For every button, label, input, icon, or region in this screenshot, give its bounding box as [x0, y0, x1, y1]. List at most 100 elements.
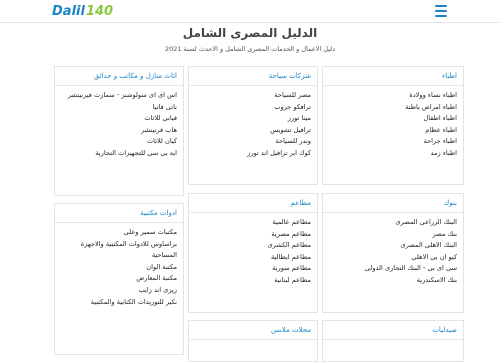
menu-bar: [435, 15, 447, 17]
list-item: اطباء نساء وولادة: [329, 90, 457, 102]
page-title: الدليل المصرى الشامل: [182, 26, 318, 40]
category-title[interactable]: ادوات مكتبية: [55, 204, 183, 223]
category-link[interactable]: بنك مصر: [433, 230, 457, 238]
category-card-doctors: اطباء اطباء نساء وولادة اطباء امراض باطن…: [322, 66, 464, 185]
category-link[interactable]: زيزى اند زايب: [139, 286, 177, 294]
category-title-text: شركات سياحة: [268, 72, 311, 80]
category-link[interactable]: مكتبة المعارض: [136, 274, 177, 282]
category-title-text: اثاث منازل و مكاتب و حدائق: [93, 72, 177, 80]
list-item: سى اى بى - البنك التجارى الدولى: [329, 263, 457, 275]
logo-text-dalil: Dalil: [52, 4, 85, 19]
list-item: مكتبة المعارض: [61, 273, 177, 285]
dalil140-logo[interactable]: Dalil 140: [52, 4, 113, 20]
list-item: مطاعم الكشرى: [195, 240, 311, 252]
list-item: هاب فرنيتشر: [61, 125, 177, 137]
category-title[interactable]: اطباء: [323, 67, 463, 86]
list-item: ترافيل تشويس: [195, 125, 311, 137]
list-item: ناتى فاتيا: [61, 102, 177, 114]
category-link[interactable]: اطباء جراحة: [424, 137, 457, 145]
list-item: بنك الاسكندرية: [329, 275, 457, 287]
category-list: اطباء نساء وولادة اطباء امراض باطنة اطبا…: [323, 86, 463, 160]
category-link[interactable]: كيان للاثاث: [147, 137, 177, 145]
list-item: بنك مصر: [329, 229, 457, 241]
menu-bar: [435, 10, 447, 12]
list-item: مصر للسياحة: [195, 90, 311, 102]
category-link[interactable]: نكير للتوريدات الكتابية والمكتبية: [91, 298, 177, 306]
list-item: اس اى اى سولوشنز - سمارت فيرنيتشر: [61, 90, 177, 102]
category-title[interactable]: بنوك: [323, 194, 463, 213]
page-subtitle: دليل الاعمال و الخدمات المصرى الشامل و ا…: [164, 45, 336, 53]
list-item: مينا تورز: [195, 113, 311, 125]
list-item: مطاعم سورية: [195, 263, 311, 275]
category-link[interactable]: اس اى اى سولوشنز - سمارت فيرنيتشر: [68, 91, 177, 99]
list-item: وندر للسياحة: [195, 136, 311, 148]
category-link[interactable]: البنك الزراعى المصرى: [395, 218, 457, 226]
category-card-furniture: اثاث منازل و مكاتب و حدائق اس اى اى سولو…: [54, 66, 184, 196]
category-title-text: مطاعم: [290, 199, 311, 207]
category-card-banks: بنوك البنك الزراعى المصرى بنك مصر البنك …: [322, 193, 464, 313]
list-item: البنك الزراعى المصرى: [329, 217, 457, 229]
list-item: اطباء جراحة: [329, 136, 457, 148]
list-item: اطباء عظام: [329, 125, 457, 137]
category-link[interactable]: مصر للسياحة: [274, 91, 311, 99]
category-link[interactable]: مطاعم ايطالية: [271, 253, 311, 261]
list-item: مطاعم لبنانية: [195, 275, 311, 287]
list-item: ترافكو جروب: [195, 102, 311, 114]
category-link[interactable]: ترافيل تشويس: [270, 126, 311, 134]
category-title[interactable]: شركات سياحة: [189, 67, 317, 86]
list-item: اطباء امراض باطنة: [329, 102, 457, 114]
category-link[interactable]: مطاعم مصرية: [271, 230, 311, 238]
category-link[interactable]: مطاعم سورية: [272, 264, 311, 272]
category-title-text: صيدليات: [432, 326, 457, 334]
category-link[interactable]: ناتى فاتيا: [153, 103, 177, 111]
category-title-text: بنوك: [443, 199, 457, 207]
list-item: اطباء اطفال: [329, 113, 458, 125]
list-item: مكتبات سمير وعلى: [61, 227, 177, 239]
category-link[interactable]: ترافكو جروب: [274, 103, 311, 111]
list-item: مطاعم مصرية: [195, 229, 311, 241]
category-card-clothing: محلات ملابس: [188, 320, 318, 362]
list-item: البنك الاهلى المصرى: [329, 240, 458, 252]
category-link[interactable]: كوك ابر ترافيل اند تورز: [247, 149, 311, 157]
category-link[interactable]: ايه بى سى للتجهيزات التجارية: [95, 149, 177, 157]
category-link[interactable]: هاب فرنيتشر: [141, 126, 177, 134]
list-item: زيزى اند زايب: [61, 285, 177, 297]
category-link[interactable]: اطباء زمد: [431, 149, 457, 157]
category-link[interactable]: مكتبات سمير وعلى: [124, 228, 177, 236]
category-card-restaurants: مطاعم مطاعم عالمية مطاعم مصرية مطاعم الك…: [188, 193, 318, 313]
category-list: اس اى اى سولوشنز - سمارت فيرنيتشر ناتى ف…: [55, 86, 183, 160]
category-link[interactable]: اطباء اطفال: [424, 114, 458, 122]
category-link[interactable]: مطاعم الكشرى: [267, 241, 311, 249]
category-title[interactable]: مطاعم: [189, 194, 317, 213]
category-link[interactable]: فيانى للاثاث: [144, 114, 177, 122]
category-link[interactable]: مينا تورز: [288, 114, 311, 122]
category-card-office-supplies: ادوات مكتبية مكتبات سمير وعلى براساوس لل…: [54, 203, 184, 355]
category-link[interactable]: اطباء نساء وولادة: [409, 91, 457, 99]
category-link[interactable]: كيو ان بى الاهلى: [411, 253, 457, 261]
category-title[interactable]: صيدليات: [323, 321, 463, 340]
list-item: ايه بى سى للتجهيزات التجارية: [61, 148, 177, 160]
logo-text-140: 140: [85, 4, 114, 19]
category-link[interactable]: وندر للسياحة: [276, 137, 311, 145]
category-link[interactable]: سى اى بى - البنك التجارى الدولى: [365, 264, 457, 272]
category-title[interactable]: اثاث منازل و مكاتب و حدائق: [55, 67, 183, 86]
category-title[interactable]: محلات ملابس: [189, 321, 317, 340]
category-link[interactable]: اطباء عظام: [425, 126, 457, 134]
list-item: مطاعم ايطالية: [195, 252, 311, 264]
category-title-text: محلات ملابس: [270, 326, 311, 334]
hamburger-menu-icon[interactable]: [435, 5, 447, 17]
category-list: مطاعم عالمية مطاعم مصرية مطاعم الكشرى مط…: [189, 213, 317, 287]
category-link[interactable]: البنك الاهلى المصرى: [401, 241, 458, 249]
list-item: مطاعم عالمية: [195, 217, 311, 229]
category-list: البنك الزراعى المصرى بنك مصر البنك الاهل…: [323, 213, 463, 287]
category-card-travel: شركات سياحة مصر للسياحة ترافكو جروب مينا…: [188, 66, 318, 185]
category-link[interactable]: اطباء امراض باطنة: [405, 103, 457, 111]
category-link[interactable]: براساوس للادوات المكتبية والاجهزة المساح…: [81, 240, 177, 260]
list-item: اطباء زمد: [329, 148, 457, 160]
category-link[interactable]: مطاعم عالمية: [272, 218, 311, 226]
category-link[interactable]: مطاعم لبنانية: [274, 276, 311, 284]
top-bar: Dalil 140: [0, 0, 500, 23]
category-link[interactable]: مكتبة الوان: [146, 263, 177, 271]
category-link[interactable]: بنك الاسكندرية: [417, 276, 457, 284]
list-item: كيو ان بى الاهلى: [329, 252, 457, 264]
